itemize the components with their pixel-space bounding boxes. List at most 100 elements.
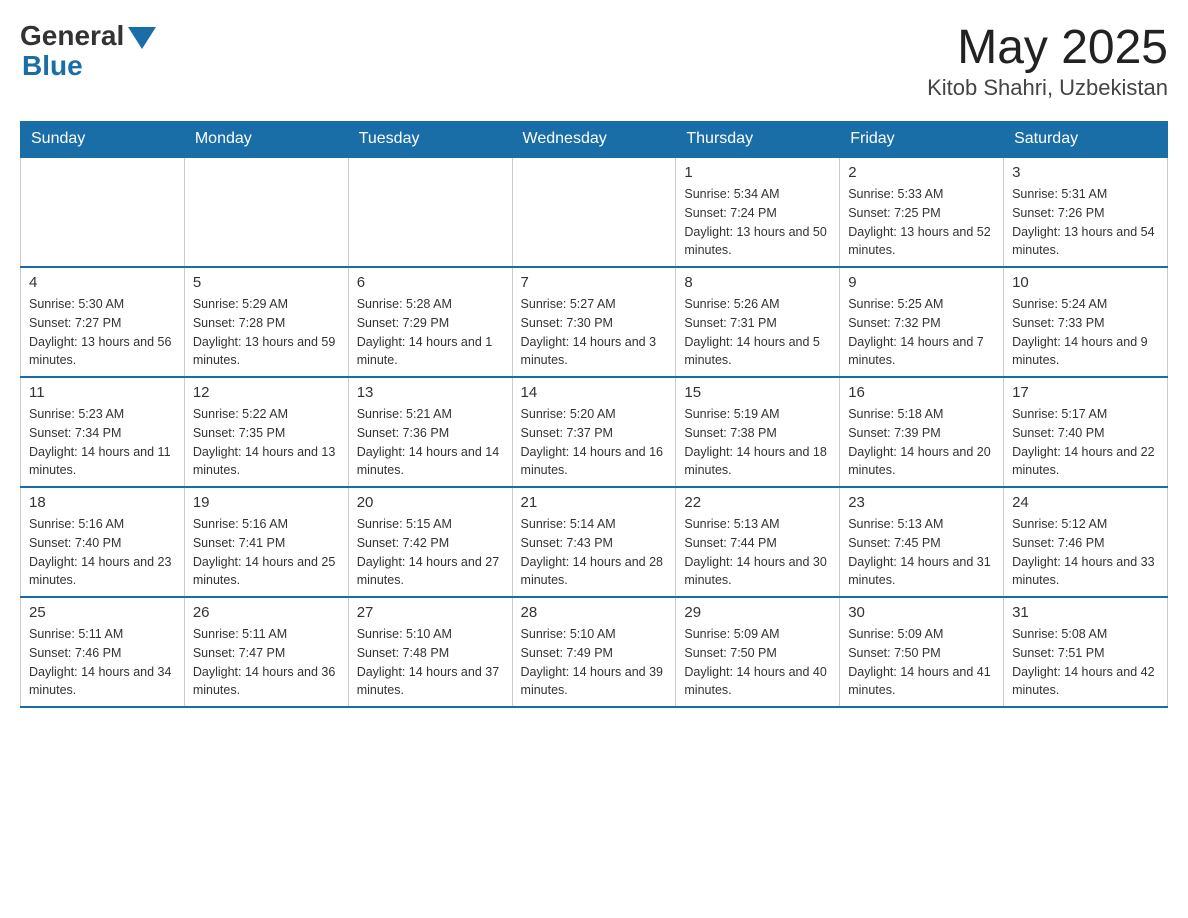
logo-triangle-icon <box>128 27 156 49</box>
calendar-cell: 26 Sunrise: 5:11 AM Sunset: 7:47 PM Dayli… <box>184 597 348 707</box>
day-info: Sunrise: 5:34 AM Sunset: 7:24 PM Dayligh… <box>684 185 831 260</box>
day-info: Sunrise: 5:14 AM Sunset: 7:43 PM Dayligh… <box>521 515 668 590</box>
day-number: 18 <box>29 494 176 511</box>
day-number: 23 <box>848 494 995 511</box>
calendar-cell <box>348 157 512 267</box>
day-of-week-header: Monday <box>184 122 348 158</box>
day-number: 15 <box>684 384 831 401</box>
day-info: Sunrise: 5:20 AM Sunset: 7:37 PM Dayligh… <box>521 405 668 480</box>
day-info: Sunrise: 5:18 AM Sunset: 7:39 PM Dayligh… <box>848 405 995 480</box>
day-of-week-header: Wednesday <box>512 122 676 158</box>
calendar-cell: 7Sunrise: 5:27 AM Sunset: 7:30 PM Daylig… <box>512 267 676 377</box>
day-number: 22 <box>684 494 831 511</box>
day-number: 2 <box>848 164 995 181</box>
day-number: 24 <box>1012 494 1159 511</box>
day-number: 4 <box>29 274 176 291</box>
calendar-cell: 15 Sunrise: 5:19 AM Sunset: 7:38 PM Dayli… <box>676 377 840 487</box>
day-number: 29 <box>684 604 831 621</box>
calendar-cell: 30Sunrise: 5:09 AM Sunset: 7:50 PM Dayli… <box>840 597 1004 707</box>
calendar-cell: 31 Sunrise: 5:08 AM Sunset: 7:51 PM Dayli… <box>1004 597 1168 707</box>
day-info: Sunrise: 5:23 AM Sunset: 7:34 PM Dayligh… <box>29 405 176 480</box>
day-info: Sunrise: 5:16 AM Sunset: 7:41 PM Dayligh… <box>193 515 340 590</box>
calendar-header-row: SundayMondayTuesdayWednesdayThursdayFrid… <box>21 122 1168 158</box>
logo-general-text: General <box>20 20 124 52</box>
day-number: 16 <box>848 384 995 401</box>
page-header: General Blue May 2025 Kitob Shahri, Uzbe… <box>20 20 1168 101</box>
calendar-cell: 20 Sunrise: 5:15 AM Sunset: 7:42 PM Dayli… <box>348 487 512 597</box>
day-info: Sunrise: 5:15 AM Sunset: 7:42 PM Dayligh… <box>357 515 504 590</box>
month-title: May 2025 <box>927 20 1168 75</box>
calendar-cell: 3 Sunrise: 5:31 AM Sunset: 7:26 PM Daylig… <box>1004 157 1168 267</box>
day-number: 20 <box>357 494 504 511</box>
calendar-cell: 1 Sunrise: 5:34 AM Sunset: 7:24 PM Daylig… <box>676 157 840 267</box>
calendar-cell: 4Sunrise: 5:30 AM Sunset: 7:27 PM Daylig… <box>21 267 185 377</box>
calendar-cell: 2 Sunrise: 5:33 AM Sunset: 7:25 PM Daylig… <box>840 157 1004 267</box>
day-number: 31 <box>1012 604 1159 621</box>
day-info: Sunrise: 5:28 AM Sunset: 7:29 PM Dayligh… <box>357 295 504 370</box>
calendar-cell: 17 Sunrise: 5:17 AM Sunset: 7:40 PM Dayli… <box>1004 377 1168 487</box>
day-of-week-header: Tuesday <box>348 122 512 158</box>
day-info: Sunrise: 5:17 AM Sunset: 7:40 PM Dayligh… <box>1012 405 1159 480</box>
day-of-week-header: Thursday <box>676 122 840 158</box>
day-number: 19 <box>193 494 340 511</box>
day-number: 27 <box>357 604 504 621</box>
day-number: 1 <box>684 164 831 181</box>
day-number: 21 <box>521 494 668 511</box>
day-info: Sunrise: 5:24 AM Sunset: 7:33 PM Dayligh… <box>1012 295 1159 370</box>
day-number: 8 <box>684 274 831 291</box>
calendar-cell: 9Sunrise: 5:25 AM Sunset: 7:32 PM Daylig… <box>840 267 1004 377</box>
day-info: Sunrise: 5:27 AM Sunset: 7:30 PM Dayligh… <box>521 295 668 370</box>
calendar-table: SundayMondayTuesdayWednesdayThursdayFrid… <box>20 121 1168 708</box>
calendar-cell: 12 Sunrise: 5:22 AM Sunset: 7:35 PM Dayli… <box>184 377 348 487</box>
calendar-cell: 18 Sunrise: 5:16 AM Sunset: 7:40 PM Dayli… <box>21 487 185 597</box>
day-number: 12 <box>193 384 340 401</box>
logo: General Blue <box>20 20 156 82</box>
day-info: Sunrise: 5:26 AM Sunset: 7:31 PM Dayligh… <box>684 295 831 370</box>
calendar-week-row: 25 Sunrise: 5:11 AM Sunset: 7:46 PM Dayli… <box>21 597 1168 707</box>
day-number: 30 <box>848 604 995 621</box>
calendar-week-row: 11Sunrise: 5:23 AM Sunset: 7:34 PM Dayli… <box>21 377 1168 487</box>
day-number: 28 <box>521 604 668 621</box>
day-number: 3 <box>1012 164 1159 181</box>
calendar-cell: 24Sunrise: 5:12 AM Sunset: 7:46 PM Dayli… <box>1004 487 1168 597</box>
day-info: Sunrise: 5:11 AM Sunset: 7:47 PM Dayligh… <box>193 625 340 700</box>
day-info: Sunrise: 5:10 AM Sunset: 7:49 PM Dayligh… <box>521 625 668 700</box>
calendar-cell: 8 Sunrise: 5:26 AM Sunset: 7:31 PM Daylig… <box>676 267 840 377</box>
calendar-cell: 29Sunrise: 5:09 AM Sunset: 7:50 PM Dayli… <box>676 597 840 707</box>
calendar-week-row: 1 Sunrise: 5:34 AM Sunset: 7:24 PM Daylig… <box>21 157 1168 267</box>
day-number: 14 <box>521 384 668 401</box>
day-info: Sunrise: 5:29 AM Sunset: 7:28 PM Dayligh… <box>193 295 340 370</box>
day-info: Sunrise: 5:33 AM Sunset: 7:25 PM Dayligh… <box>848 185 995 260</box>
day-info: Sunrise: 5:19 AM Sunset: 7:38 PM Dayligh… <box>684 405 831 480</box>
calendar-cell: 11Sunrise: 5:23 AM Sunset: 7:34 PM Dayli… <box>21 377 185 487</box>
day-number: 13 <box>357 384 504 401</box>
day-info: Sunrise: 5:08 AM Sunset: 7:51 PM Dayligh… <box>1012 625 1159 700</box>
calendar-cell: 13Sunrise: 5:21 AM Sunset: 7:36 PM Dayli… <box>348 377 512 487</box>
day-info: Sunrise: 5:16 AM Sunset: 7:40 PM Dayligh… <box>29 515 176 590</box>
day-info: Sunrise: 5:13 AM Sunset: 7:45 PM Dayligh… <box>848 515 995 590</box>
day-info: Sunrise: 5:13 AM Sunset: 7:44 PM Dayligh… <box>684 515 831 590</box>
calendar-cell: 5 Sunrise: 5:29 AM Sunset: 7:28 PM Daylig… <box>184 267 348 377</box>
day-info: Sunrise: 5:10 AM Sunset: 7:48 PM Dayligh… <box>357 625 504 700</box>
calendar-cell <box>21 157 185 267</box>
day-info: Sunrise: 5:11 AM Sunset: 7:46 PM Dayligh… <box>29 625 176 700</box>
logo-blue-text: Blue <box>22 50 83 82</box>
calendar-cell: 16 Sunrise: 5:18 AM Sunset: 7:39 PM Dayli… <box>840 377 1004 487</box>
day-number: 17 <box>1012 384 1159 401</box>
calendar-cell: 25 Sunrise: 5:11 AM Sunset: 7:46 PM Dayli… <box>21 597 185 707</box>
day-number: 26 <box>193 604 340 621</box>
day-of-week-header: Friday <box>840 122 1004 158</box>
day-number: 6 <box>357 274 504 291</box>
day-info: Sunrise: 5:31 AM Sunset: 7:26 PM Dayligh… <box>1012 185 1159 260</box>
calendar-cell <box>512 157 676 267</box>
calendar-cell: 6 Sunrise: 5:28 AM Sunset: 7:29 PM Daylig… <box>348 267 512 377</box>
day-number: 25 <box>29 604 176 621</box>
day-number: 10 <box>1012 274 1159 291</box>
day-number: 5 <box>193 274 340 291</box>
calendar-cell: 19 Sunrise: 5:16 AM Sunset: 7:41 PM Dayli… <box>184 487 348 597</box>
calendar-cell: 10 Sunrise: 5:24 AM Sunset: 7:33 PM Dayli… <box>1004 267 1168 377</box>
calendar-cell <box>184 157 348 267</box>
calendar-week-row: 18 Sunrise: 5:16 AM Sunset: 7:40 PM Dayli… <box>21 487 1168 597</box>
day-info: Sunrise: 5:22 AM Sunset: 7:35 PM Dayligh… <box>193 405 340 480</box>
calendar-cell: 23 Sunrise: 5:13 AM Sunset: 7:45 PM Dayli… <box>840 487 1004 597</box>
